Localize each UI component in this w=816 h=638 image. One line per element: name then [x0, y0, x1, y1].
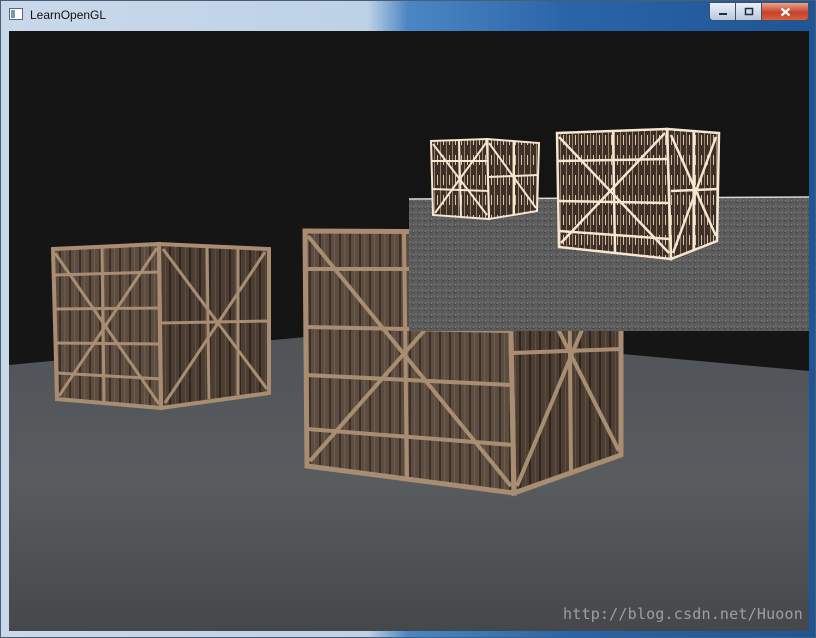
minimize-button[interactable]	[709, 2, 736, 21]
window-icon[interactable]	[9, 8, 23, 20]
window-controls	[709, 2, 809, 21]
postprocess-view	[409, 31, 809, 331]
crate-left	[50, 241, 271, 411]
watermark-text: http://blog.csdn.net/Huoon	[563, 605, 803, 623]
edge-crate-small	[429, 137, 541, 221]
minimize-icon	[718, 12, 727, 15]
close-icon	[780, 7, 790, 16]
maximize-button[interactable]	[736, 2, 762, 21]
app-window: LearnOpenGL http://blog.csdn.net/Huoon	[0, 0, 816, 638]
window-title: LearnOpenGL	[30, 8, 107, 22]
close-button[interactable]	[762, 2, 809, 21]
edge-crate-large	[555, 127, 721, 261]
title-bar[interactable]: LearnOpenGL	[1, 1, 815, 31]
maximize-icon	[744, 7, 753, 16]
opengl-viewport[interactable]: http://blog.csdn.net/Huoon	[9, 31, 809, 631]
